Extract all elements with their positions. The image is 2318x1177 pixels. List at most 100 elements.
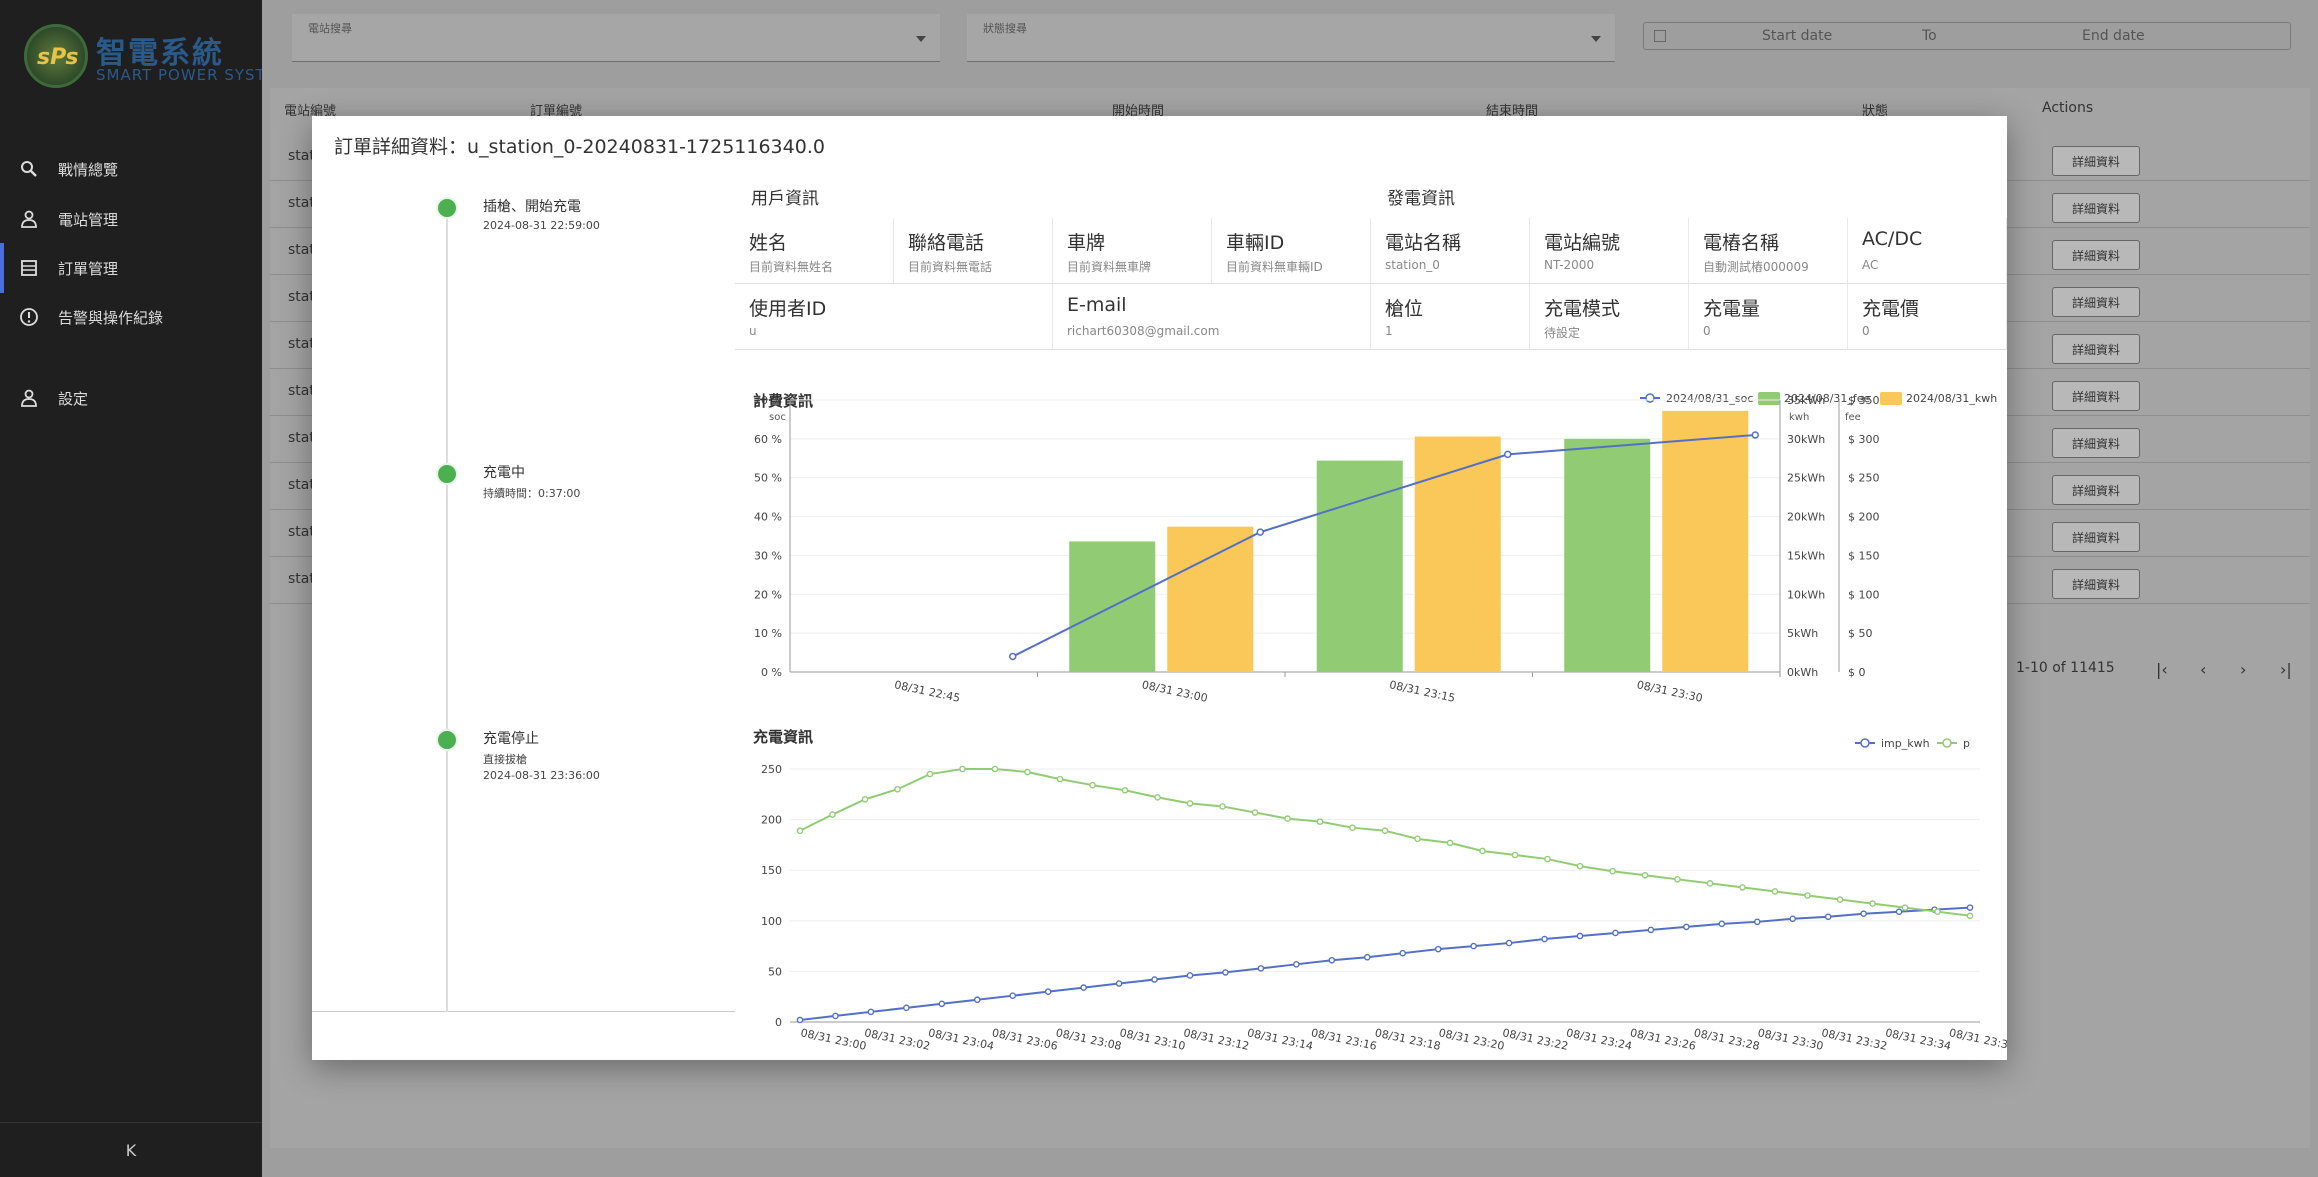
detail-button[interactable]: 詳細資料 [2052,193,2140,223]
detail-button[interactable]: 詳細資料 [2052,475,2140,505]
bar-fee [1564,438,1651,672]
data-point-p [1154,794,1161,801]
info-cell-price: 充電價 0 [1848,284,2007,350]
first-page-icon[interactable]: |‹ [2156,660,2168,679]
detail-button[interactable]: 詳細資料 [2052,428,2140,458]
data-point-p [1089,781,1096,789]
calendar-icon [1654,30,1666,42]
detail-button[interactable]: 詳細資料 [2052,334,2140,364]
data-point-imp_kwh [1009,992,1017,999]
info-cell-phone: 聯絡電話 目前資料無電話 [894,218,1053,284]
sidebar-item-settings[interactable]: 設定 [0,373,262,423]
bar-kwh [1662,410,1749,672]
y-tick-soc: 10 % [754,627,782,640]
timeline-sub: 2024-08-31 22:59:00 [483,219,600,232]
last-page-icon[interactable]: ›| [2280,660,2292,679]
sidebar-collapse-button[interactable]: K [0,1122,262,1177]
y-tick-soc: 40 % [754,511,782,524]
data-point-soc [1504,450,1512,459]
x-tick-label: 08/31 23:02 [863,1026,931,1053]
legend-swatch [1942,738,1952,748]
data-point-imp_kwh [973,996,981,1004]
legend-swatch [1880,392,1902,405]
info-cell-mode: 充電模式 待設定 [1530,284,1689,350]
data-point-p [1869,900,1876,907]
data-point-imp_kwh [1505,939,1513,947]
data-point-p [926,770,934,778]
data-point-imp_kwh [1080,984,1087,991]
start-date-input[interactable]: Start date [1762,28,1902,44]
y-tick-fee: $ 250 [1848,472,1880,485]
data-point-imp_kwh [1789,915,1797,923]
y-tick-kwh: 25kWh [1787,472,1825,485]
sidebar-item-label: 戰情總覽 [58,160,119,179]
detail-button[interactable]: 詳細資料 [2052,146,2140,176]
y-tick-label: 150 [761,864,782,877]
data-point-p [1349,824,1356,831]
detail-button[interactable]: 詳細資料 [2052,240,2140,270]
info-cell-name: 姓名 目前資料無姓名 [735,218,894,284]
detail-button[interactable]: 詳細資料 [2052,287,2140,317]
data-point-imp_kwh [1222,969,1229,976]
prev-page-icon[interactable]: ‹ [2200,660,2206,679]
data-point-imp_kwh [1718,920,1726,928]
data-point-p [1674,876,1681,883]
col-header-actions: Actions [2042,100,2094,116]
info-cell-email: E-mail richart60308@gmail.com [1053,284,1371,350]
data-point-soc [1751,431,1759,439]
station-filter-label: 電站搜尋 [308,22,352,35]
sidebar-item-label: 設定 [58,389,89,408]
legend-swatch [1758,392,1780,405]
next-page-icon[interactable]: › [2240,660,2246,679]
chevron-down-icon [916,36,926,42]
y-tick-label: 250 [761,763,782,776]
detail-button[interactable]: 詳細資料 [2052,522,2140,552]
y-tick-label: 0 [775,1016,782,1029]
sidebar-item-orders[interactable]: 訂單管理 [0,243,262,293]
status-filter[interactable]: 狀態搜尋 [967,14,1615,62]
x-tick-label: 08/31 23:16 [1310,1026,1378,1053]
legend-label: imp_kwh [1881,737,1930,750]
y-tick-label: 100 [761,915,782,928]
data-point-imp_kwh [1363,953,1371,961]
data-point-p [1934,908,1941,915]
data-point-p [1024,768,1031,776]
sidebar-item-stations[interactable]: 電站管理 [0,194,262,244]
y-tick-label: 200 [761,814,782,827]
data-point-imp_kwh [1966,904,1974,911]
dialog-title: 訂單詳細資料：u_station_0-20240831-1725116340.0 [334,136,825,158]
x-tick-label: 08/31 23:08 [1055,1026,1123,1053]
data-point-imp_kwh [1612,929,1619,937]
y-tick-soc: 30 % [754,549,782,562]
station-filter[interactable]: 電站搜尋 [292,14,940,62]
axis-label-kwh: kwh [1789,412,1809,423]
timeline-dot [436,463,458,485]
sidebar-item-alerts[interactable]: 告警與操作紀錄 [0,292,262,342]
sidebar-item-overview[interactable]: 戰情總覽 [0,144,262,194]
data-point-imp_kwh [1151,976,1158,983]
y-tick-fee: $ 0 [1848,666,1866,679]
billing-chart-svg: 計費資訊 2024/08/31_soc 2024/08/31_fee 2024/08/… [753,392,1997,705]
power-info-panel: 發電資訊 電站名稱 station_0 電站編號 NT-2000 電樁名稱 自動測試樁… [1371,176,2007,356]
x-tick-label: 08/31 23:04 [927,1026,995,1053]
x-tick-label: 08/31 23:26 [1629,1026,1697,1053]
data-point-imp_kwh [903,1004,910,1012]
data-point-imp_kwh [1293,961,1300,968]
detail-button[interactable]: 詳細資料 [2052,381,2140,411]
detail-button[interactable]: 詳細資料 [2052,569,2140,599]
x-tick-label: 08/31 23:30 [1636,678,1704,705]
data-point-imp_kwh [1328,956,1336,964]
series-line-p [799,768,1971,917]
end-date-input[interactable]: End date [2082,28,2145,44]
info-cell-acdc: AC/DC AC [1848,218,2007,284]
data-point-imp_kwh [1115,980,1123,987]
x-tick-label: 08/31 23:32 [1820,1026,1888,1053]
data-point-p [1641,871,1649,879]
timeline-sub: 持續時間：0:37:00 [483,487,581,500]
status-filter-label: 狀態搜尋 [983,22,1027,35]
sidebar: sPs 智電系統 SMART POWER SYSTEM 戰情總覽 電站管理 訂單… [0,0,289,1177]
data-point-p [1836,896,1844,903]
timeline-title: 插槍、開始充電 [483,199,581,215]
data-point-p [1706,880,1714,887]
date-range-picker[interactable]: Start date To End date [1643,22,2291,50]
